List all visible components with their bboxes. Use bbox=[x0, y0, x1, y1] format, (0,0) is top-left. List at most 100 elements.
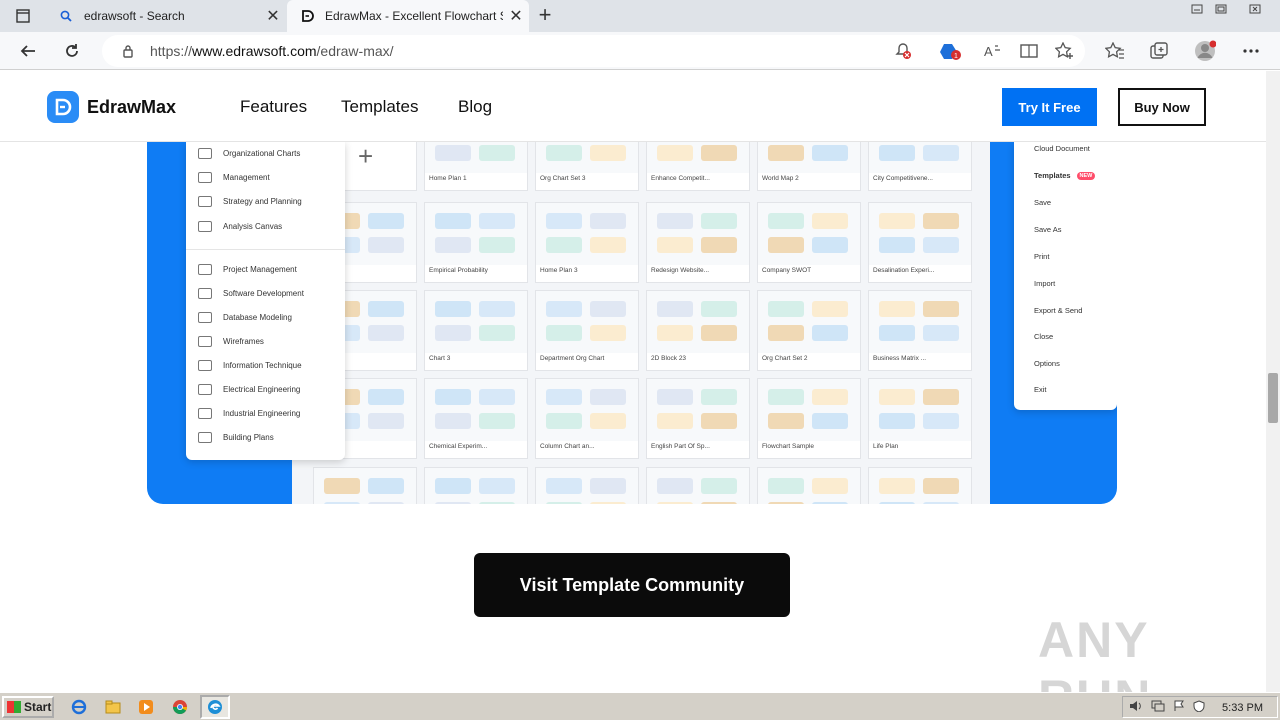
template-card[interactable]: Chemical Experim... bbox=[424, 378, 528, 459]
add-favorite-icon[interactable] bbox=[1054, 41, 1076, 61]
notification-blocked-icon[interactable] bbox=[892, 41, 914, 61]
category-item[interactable]: Analysis Canvas bbox=[198, 217, 282, 235]
category-item[interactable]: Management bbox=[198, 168, 270, 186]
thumbnail-shape bbox=[812, 145, 848, 161]
thumbnail-shape bbox=[590, 301, 626, 317]
category-item[interactable]: Organizational Charts bbox=[198, 144, 300, 162]
scrollbar-thumb[interactable] bbox=[1268, 373, 1278, 423]
extension-icon[interactable]: 1 bbox=[940, 41, 962, 61]
thumbnail-shape bbox=[657, 145, 693, 161]
template-card[interactable]: Home Plan 1 bbox=[424, 142, 528, 191]
edge-taskbar-button[interactable] bbox=[200, 695, 230, 719]
nav-features[interactable]: Features bbox=[240, 97, 307, 117]
template-card[interactable]: English Part Of Sp... bbox=[646, 378, 750, 459]
category-item[interactable]: Information Technique bbox=[198, 356, 302, 374]
close-tab-icon[interactable]: ✕ bbox=[260, 6, 286, 26]
start-label: Start bbox=[24, 700, 52, 714]
volume-icon[interactable] bbox=[1129, 700, 1143, 715]
thumbnail-shape bbox=[701, 301, 737, 317]
template-label: Org Chart Set 3 bbox=[540, 175, 586, 182]
clock[interactable]: 5:33 PM bbox=[1222, 702, 1263, 714]
template-thumbnail bbox=[758, 291, 860, 353]
more-menu-icon[interactable] bbox=[1240, 41, 1262, 61]
media-player-icon[interactable] bbox=[137, 698, 155, 716]
analysis-canvas-icon bbox=[198, 220, 212, 232]
start-button[interactable]: Start bbox=[2, 696, 54, 718]
tab-actions-button[interactable] bbox=[8, 4, 38, 28]
menu-item[interactable]: Exit bbox=[1034, 385, 1047, 394]
nav-blog[interactable]: Blog bbox=[458, 97, 492, 117]
template-card[interactable]: Home Plan 3 bbox=[535, 202, 639, 283]
template-card[interactable] bbox=[313, 467, 417, 504]
category-panel: Organizational Charts Management Strateg… bbox=[186, 142, 345, 460]
menu-item[interactable]: Import bbox=[1034, 279, 1055, 288]
template-card[interactable]: Column Chart an... bbox=[535, 378, 639, 459]
menu-item[interactable]: Close bbox=[1034, 332, 1053, 341]
template-card[interactable]: 2D Block 23 bbox=[646, 290, 750, 371]
restore-button[interactable] bbox=[1208, 0, 1234, 18]
menu-item-templates[interactable]: Templates NEW bbox=[1034, 171, 1096, 181]
minimize-button[interactable] bbox=[1184, 0, 1210, 18]
template-card[interactable]: City Competitivene... bbox=[868, 142, 972, 191]
refresh-button[interactable] bbox=[60, 40, 84, 62]
template-card[interactable] bbox=[868, 467, 972, 504]
template-card[interactable]: Empirical Probability bbox=[424, 202, 528, 283]
close-tab-icon[interactable]: ✕ bbox=[503, 6, 529, 26]
buy-now-button[interactable]: Buy Now bbox=[1118, 88, 1206, 126]
file-explorer-icon[interactable] bbox=[104, 698, 122, 716]
category-item[interactable]: Strategy and Planning bbox=[198, 192, 302, 210]
template-card[interactable] bbox=[757, 467, 861, 504]
new-tab-button[interactable]: + bbox=[534, 4, 556, 28]
template-card[interactable]: Org Chart Set 2 bbox=[757, 290, 861, 371]
nav-templates[interactable]: Templates bbox=[341, 97, 418, 117]
template-card[interactable]: Company SWOT bbox=[757, 202, 861, 283]
template-card[interactable] bbox=[535, 467, 639, 504]
category-item[interactable]: Building Plans bbox=[198, 428, 274, 446]
template-card[interactable]: Enhance Competit... bbox=[646, 142, 750, 191]
visit-template-community-button[interactable]: Visit Template Community bbox=[474, 553, 790, 617]
template-card[interactable] bbox=[646, 467, 750, 504]
category-item[interactable]: Wireframes bbox=[198, 332, 264, 350]
reader-view-icon[interactable] bbox=[1018, 41, 1040, 61]
profile-avatar-icon[interactable] bbox=[1194, 40, 1216, 61]
template-card[interactable]: Flowchart Sample bbox=[757, 378, 861, 459]
category-item[interactable]: Project Management bbox=[198, 260, 297, 278]
chrome-icon[interactable] bbox=[171, 698, 189, 716]
menu-item[interactable]: Cloud Document bbox=[1034, 144, 1090, 153]
collections-icon[interactable] bbox=[1148, 41, 1170, 61]
internet-explorer-icon[interactable] bbox=[70, 698, 88, 716]
category-item[interactable]: Software Development bbox=[198, 284, 304, 302]
menu-item[interactable]: Print bbox=[1034, 252, 1049, 261]
template-card[interactable]: Chart 3 bbox=[424, 290, 528, 371]
back-button[interactable] bbox=[16, 40, 40, 62]
shield-icon[interactable] bbox=[1193, 699, 1205, 715]
page-scrollbar[interactable] bbox=[1266, 71, 1280, 692]
template-card[interactable]: Life Plan bbox=[868, 378, 972, 459]
template-card[interactable]: Business Matrix ... bbox=[868, 290, 972, 371]
category-item[interactable]: Database Modeling bbox=[198, 308, 292, 326]
tab-edrawmax[interactable]: EdrawMax - Excellent Flowchart S ✕ bbox=[287, 0, 529, 32]
menu-item[interactable]: Save As bbox=[1034, 225, 1062, 234]
template-card[interactable]: Desalination Experi... bbox=[868, 202, 972, 283]
template-card[interactable]: Redesign Website... bbox=[646, 202, 750, 283]
favorites-icon[interactable] bbox=[1104, 41, 1126, 61]
template-card[interactable]: Department Org Chart bbox=[535, 290, 639, 371]
read-aloud-icon[interactable]: A bbox=[982, 41, 1004, 61]
url-bar[interactable]: https://www.edrawsoft.com/edraw-max/ bbox=[102, 35, 1085, 67]
menu-item[interactable]: Save bbox=[1034, 198, 1051, 207]
thumbnail-shape bbox=[657, 237, 693, 253]
edrawmax-logo[interactable]: EdrawMax bbox=[47, 91, 176, 123]
template-thumbnail bbox=[869, 291, 971, 353]
action-center-flag-icon[interactable] bbox=[1173, 700, 1185, 715]
menu-item[interactable]: Options bbox=[1034, 359, 1060, 368]
template-card[interactable] bbox=[424, 467, 528, 504]
network-icon[interactable] bbox=[1151, 700, 1165, 715]
category-item[interactable]: Industrial Engineering bbox=[198, 404, 300, 422]
template-card[interactable]: Org Chart Set 3 bbox=[535, 142, 639, 191]
close-window-button[interactable] bbox=[1240, 0, 1270, 18]
category-item[interactable]: Electrical Engineering bbox=[198, 380, 300, 398]
tab-search[interactable]: edrawsoft - Search ✕ bbox=[46, 0, 286, 32]
template-card[interactable]: World Map 2 bbox=[757, 142, 861, 191]
try-it-free-button[interactable]: Try It Free bbox=[1002, 88, 1097, 126]
menu-item[interactable]: Export & Send bbox=[1034, 306, 1082, 315]
